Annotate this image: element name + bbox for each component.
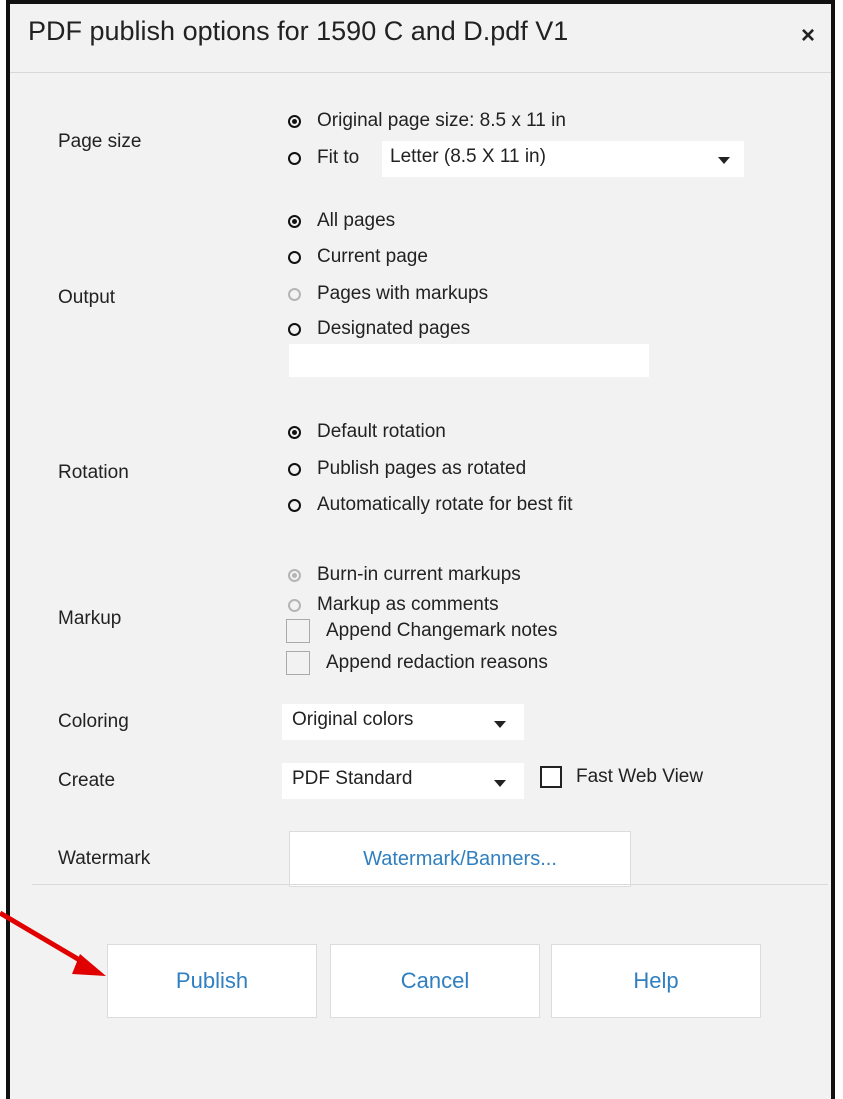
radio-unchecked-icon[interactable] bbox=[288, 151, 301, 165]
checkbox-icon[interactable] bbox=[286, 651, 310, 675]
markup-option-label: Markup as comments bbox=[317, 594, 499, 615]
output-option-label: Current page bbox=[317, 246, 428, 267]
rotation-option-auto[interactable]: Automatically rotate for best fit bbox=[288, 494, 573, 516]
fit-to-label: Fit to bbox=[317, 147, 360, 168]
radio-checked-icon[interactable] bbox=[288, 214, 301, 228]
chevron-down-icon bbox=[494, 721, 506, 728]
radio-checked-icon[interactable] bbox=[288, 114, 301, 128]
radio-disabled-checked-icon bbox=[288, 568, 301, 582]
create-select[interactable]: PDF Standard bbox=[282, 763, 524, 799]
original-page-size-label: Original page size: 8.5 x 11 in bbox=[317, 110, 566, 131]
output-option-designated-pages[interactable]: Designated pages bbox=[288, 318, 470, 340]
radio-unchecked-icon[interactable] bbox=[288, 462, 301, 476]
fast-web-view-label: Fast Web View bbox=[576, 766, 704, 787]
append-redaction-reasons-option[interactable]: Append redaction reasons bbox=[286, 651, 548, 675]
markup-option-label: Burn-in current markups bbox=[317, 564, 521, 585]
output-option-pages-with-markups: Pages with markups bbox=[288, 283, 488, 305]
coloring-select-value: Original colors bbox=[292, 709, 414, 730]
radio-checked-icon[interactable] bbox=[288, 425, 301, 439]
chevron-down-icon bbox=[718, 157, 730, 164]
markup-checkbox-label: Append Changemark notes bbox=[326, 620, 558, 641]
radio-unchecked-icon[interactable] bbox=[288, 322, 301, 336]
fit-to-option[interactable]: Fit to bbox=[288, 147, 359, 169]
rotation-option-as-rotated[interactable]: Publish pages as rotated bbox=[288, 458, 526, 480]
close-icon[interactable]: × bbox=[801, 24, 815, 48]
markup-option-burn-in: Burn-in current markups bbox=[288, 564, 521, 586]
markup-option-comments: Markup as comments bbox=[288, 594, 499, 616]
watermark-banners-button[interactable]: Watermark/Banners... bbox=[289, 831, 631, 887]
publish-button[interactable]: Publish bbox=[107, 944, 317, 1018]
output-label: Output bbox=[58, 287, 116, 308]
chevron-down-icon bbox=[494, 780, 506, 787]
markup-checkbox-label: Append redaction reasons bbox=[326, 652, 548, 673]
radio-disabled-icon bbox=[288, 598, 301, 612]
create-label: Create bbox=[58, 770, 116, 791]
create-select-value: PDF Standard bbox=[292, 768, 413, 789]
fit-to-select[interactable]: Letter (8.5 X 11 in) bbox=[382, 141, 744, 177]
publish-options-dialog: PDF publish options for 1590 C and D.pdf… bbox=[6, 0, 835, 1099]
rotation-option-label: Publish pages as rotated bbox=[317, 458, 527, 479]
rotation-option-label: Default rotation bbox=[317, 421, 446, 442]
output-option-label: All pages bbox=[317, 210, 396, 231]
output-option-label: Pages with markups bbox=[317, 283, 489, 304]
help-button[interactable]: Help bbox=[551, 944, 761, 1018]
checkbox-icon[interactable] bbox=[286, 619, 310, 643]
markup-label: Markup bbox=[58, 608, 122, 629]
designated-pages-input[interactable] bbox=[289, 344, 649, 377]
coloring-select[interactable]: Original colors bbox=[282, 704, 524, 740]
radio-unchecked-icon[interactable] bbox=[288, 250, 301, 264]
watermark-label: Watermark bbox=[58, 848, 151, 869]
dialog-title: PDF publish options for 1590 C and D.pdf… bbox=[28, 16, 569, 46]
rotation-label: Rotation bbox=[58, 462, 129, 483]
page-size-label: Page size bbox=[58, 131, 142, 152]
output-option-all-pages[interactable]: All pages bbox=[288, 210, 395, 232]
checkbox-icon[interactable] bbox=[540, 766, 562, 788]
coloring-label: Coloring bbox=[58, 711, 129, 732]
output-option-label: Designated pages bbox=[317, 318, 471, 339]
output-option-current-page[interactable]: Current page bbox=[288, 246, 428, 268]
radio-disabled-icon bbox=[288, 287, 301, 301]
cancel-button[interactable]: Cancel bbox=[330, 944, 540, 1018]
fit-to-select-value: Letter (8.5 X 11 in) bbox=[390, 146, 546, 167]
append-changemark-notes-option[interactable]: Append Changemark notes bbox=[286, 619, 557, 643]
rotation-option-default[interactable]: Default rotation bbox=[288, 421, 446, 443]
radio-unchecked-icon[interactable] bbox=[288, 498, 301, 512]
fast-web-view-option[interactable]: Fast Web View bbox=[540, 766, 703, 788]
dialog-titlebar: PDF publish options for 1590 C and D.pdf… bbox=[10, 4, 831, 73]
rotation-option-label: Automatically rotate for best fit bbox=[317, 494, 573, 515]
original-page-size-option[interactable]: Original page size: 8.5 x 11 in bbox=[288, 110, 566, 132]
divider bbox=[32, 884, 828, 885]
